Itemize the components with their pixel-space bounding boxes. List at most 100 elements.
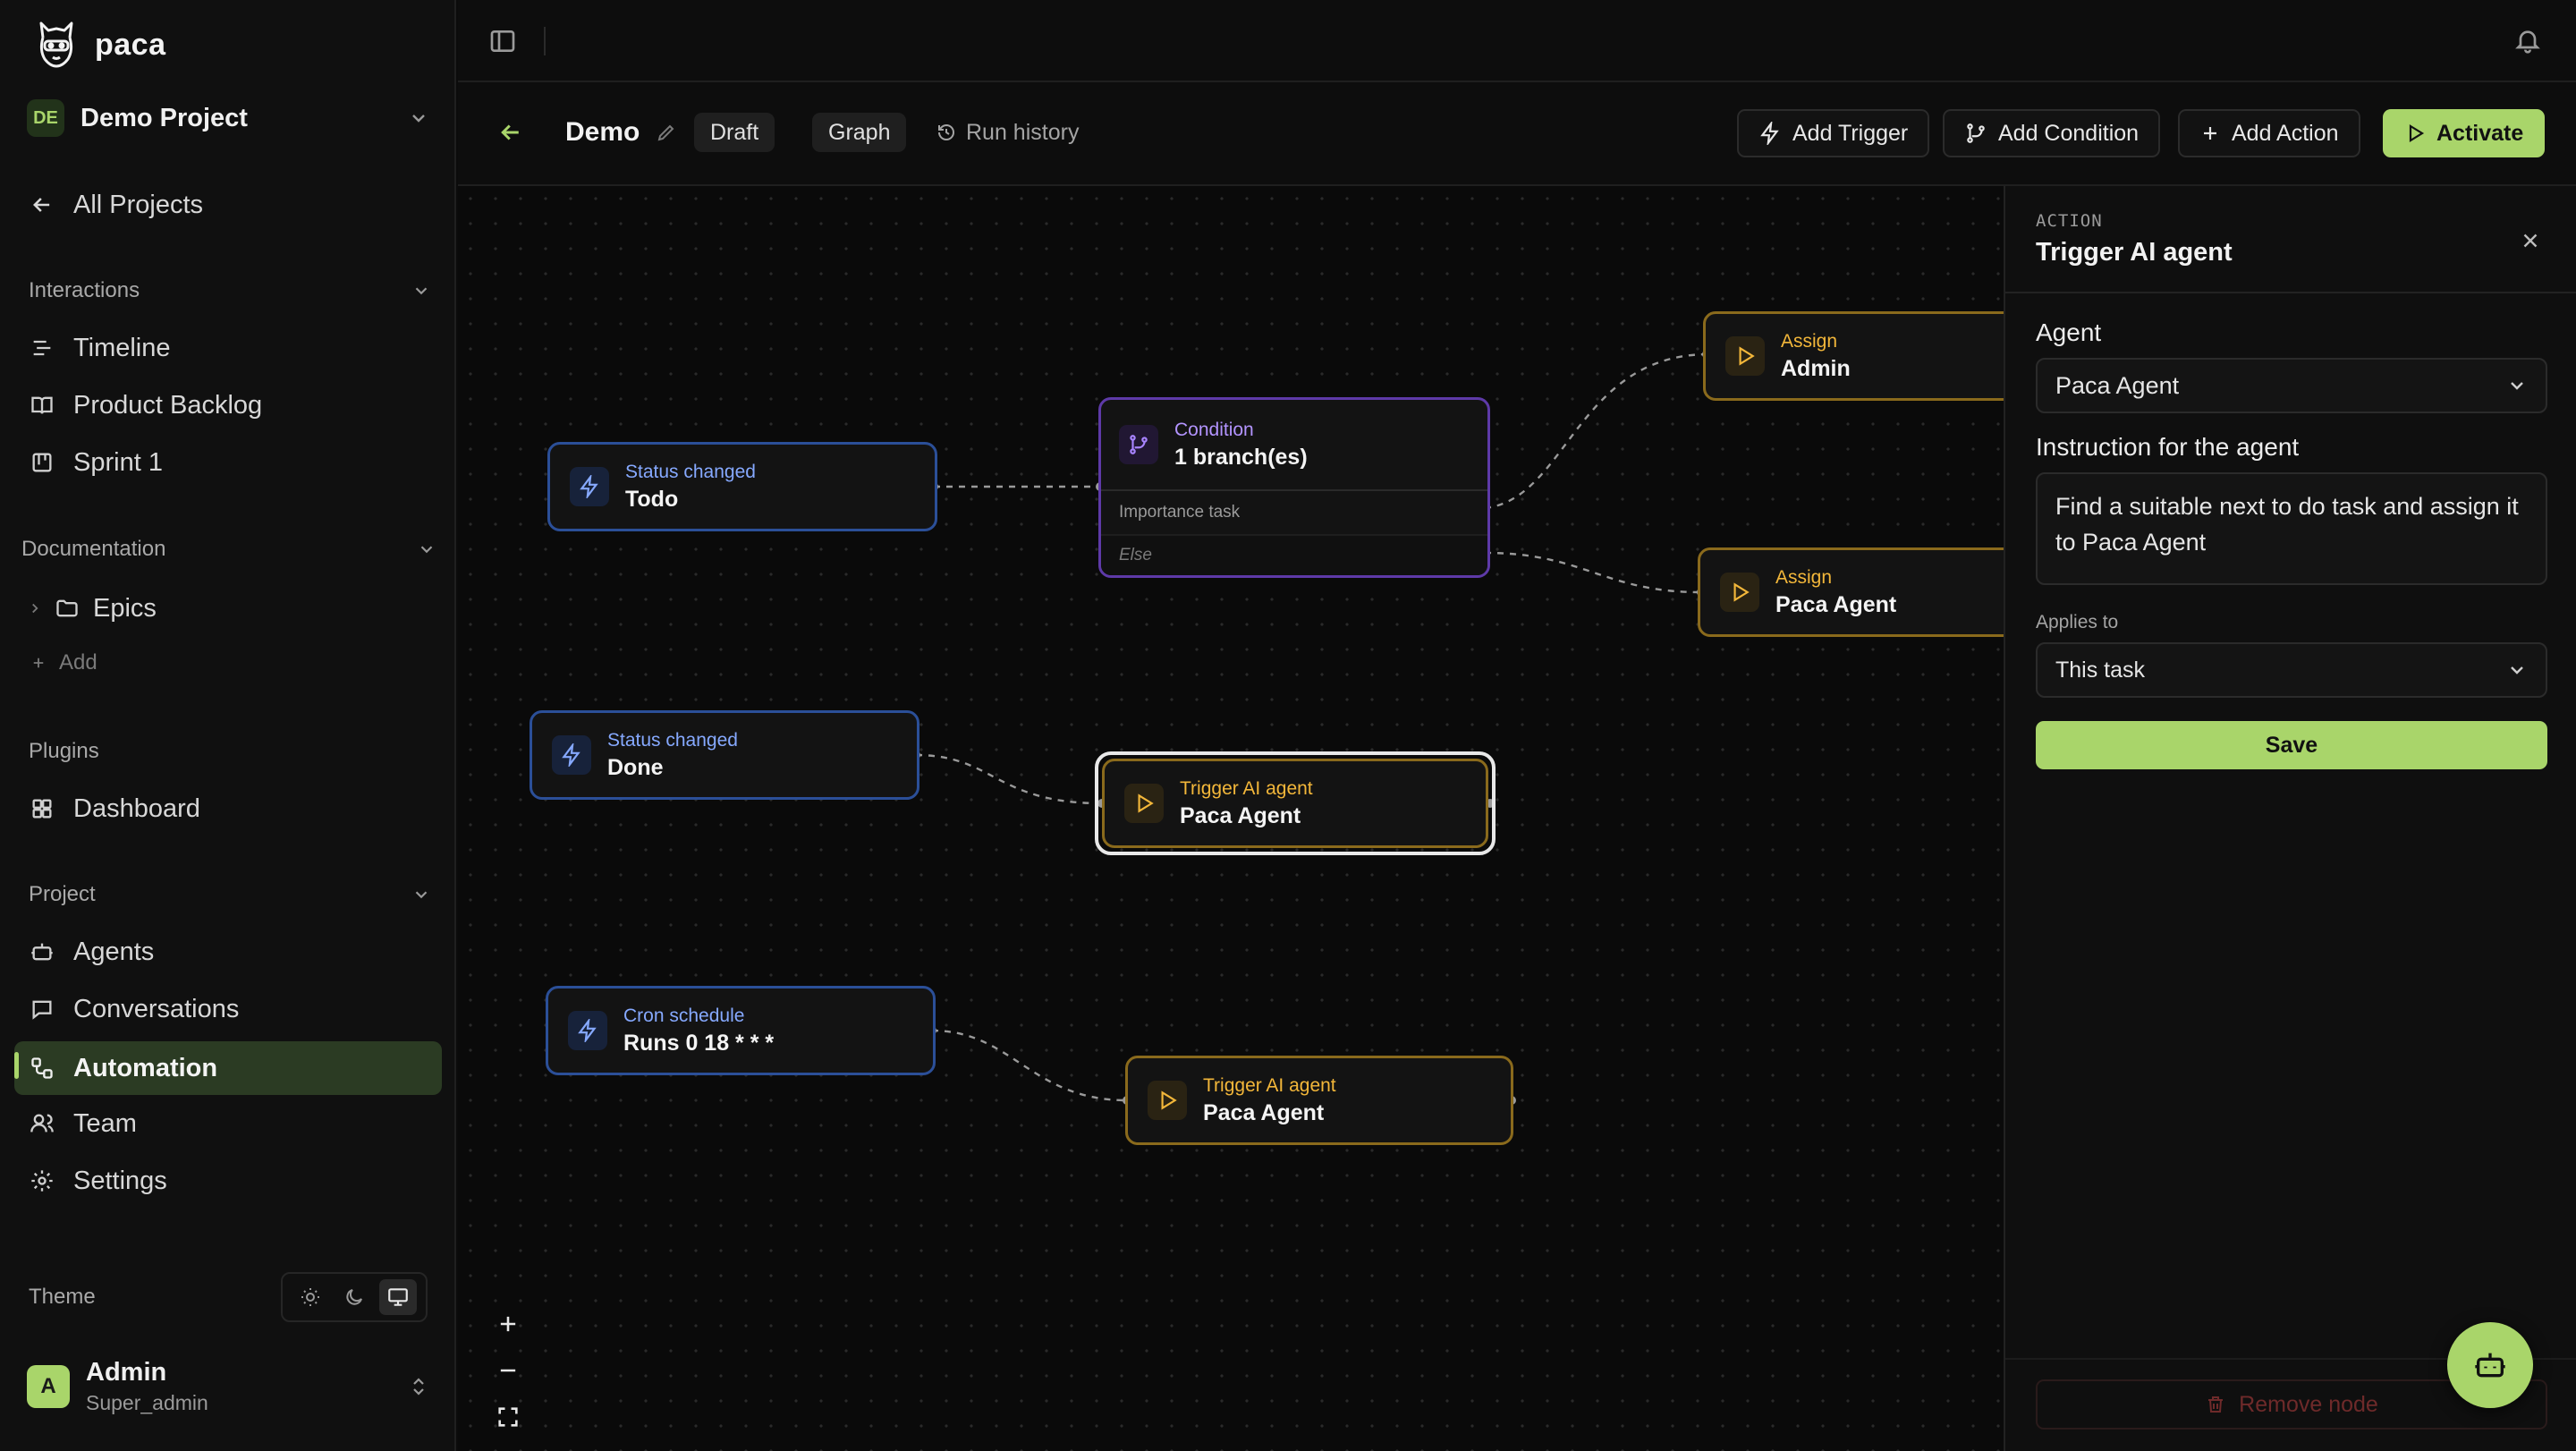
edge-condition-else-to-paca [1484,551,1702,594]
node-label: Trigger AI agent [1180,777,1313,799]
sidebar-item-agents[interactable]: Agents [27,928,438,976]
back-button[interactable] [497,109,524,156]
add-trigger-button[interactable]: Add Trigger [1737,109,1930,157]
llama-logo-icon [34,20,79,70]
project-switcher[interactable]: DE Demo Project [27,97,429,140]
applies-to-select-value: This task [2055,657,2146,683]
status-badge: Draft [694,113,775,152]
node-value: Paca Agent [1203,1099,1325,1125]
node-action-assign-admin[interactable]: Assign Admin [1703,311,2004,401]
play-icon [2404,123,2426,144]
sidebar-item-product-backlog[interactable]: Product Backlog [27,381,438,429]
sidebar-item-label: Settings [73,1166,167,1195]
minus-icon [496,1358,521,1383]
automation-title: Demo [565,117,640,147]
sidebar-item-team[interactable]: Team [27,1099,438,1148]
node-trigger-cron[interactable]: Cron schedule Runs 0 18 * * * [546,986,936,1075]
chat-icon [27,994,57,1024]
panel-title: Trigger AI agent [2036,238,2233,267]
add-document-button[interactable]: Add [30,650,97,675]
user-menu[interactable]: A Admin Super_admin [27,1354,429,1419]
node-action-trigger-ai-selected[interactable]: Trigger AI agent Paca Agent [1102,759,1488,848]
add-action-label: Add Action [2232,120,2339,146]
section-plugins: Plugins [29,734,431,769]
activate-button[interactable]: Activate [2383,109,2546,157]
sidebar-item-conversations[interactable]: Conversations [27,985,438,1033]
sidebar-item-epics[interactable]: Epics [27,584,438,632]
edge-done-to-trigger-ai [915,753,1103,805]
section-interactions-label: Interactions [29,278,140,302]
section-interactions[interactable]: Interactions [29,273,431,309]
robot-icon [2472,1347,2508,1383]
sidebar: paca DE Demo Project All Projects Intera… [0,0,456,1451]
add-condition-button[interactable]: Add Condition [1943,109,2161,157]
condition-else: Else [1101,534,1487,575]
book-icon [27,390,57,420]
sun-icon [300,1286,321,1308]
zoom-out-button[interactable] [490,1353,526,1388]
agent-select-value: Paca Agent [2055,371,2180,399]
theme-light-button[interactable] [292,1279,329,1315]
sidebar-item-sprint-1[interactable]: Sprint 1 [27,438,438,487]
trash-icon [2205,1393,2226,1416]
all-projects-link[interactable]: All Projects [27,181,438,229]
gear-icon [27,1166,57,1196]
tab-run-history[interactable]: Run history [936,109,1079,156]
sidebar-item-dashboard[interactable]: Dashboard [27,785,438,833]
git-branch-icon [1964,122,1987,145]
sidebar-toggle-icon[interactable] [488,27,517,55]
section-documentation[interactable]: Documentation [21,531,436,567]
toolbar-divider [544,27,546,55]
robot-icon [27,937,57,967]
add-action-button[interactable]: Add Action [2178,109,2360,157]
condition-branch: Importance task [1101,489,1487,534]
save-button[interactable]: Save [2036,721,2547,769]
node-condition[interactable]: Condition 1 branch(es) Importance task E… [1098,397,1490,578]
node-trigger-status-done[interactable]: Status changed Done [530,710,919,800]
chevrons-up-down-icon [408,1374,429,1399]
panel-divider [2005,292,2576,293]
node-label: Condition [1174,419,1254,440]
history-icon [936,122,957,143]
tab-graph[interactable]: Graph [812,113,907,152]
zoom-in-button[interactable] [490,1306,526,1342]
theme-system-button[interactable] [379,1279,418,1315]
bell-icon[interactable] [2513,25,2542,55]
chevron-right-icon [27,600,43,616]
app-logo[interactable]: paca [34,20,166,70]
sidebar-item-timeline[interactable]: Timeline [27,324,438,372]
pencil-icon[interactable] [656,122,677,143]
sidebar-item-automation[interactable]: Automation [14,1041,442,1095]
app-name: paca [95,27,166,62]
applies-to-select[interactable]: This task [2036,642,2547,698]
fullscreen-icon [496,1404,521,1430]
close-panel-button[interactable] [2515,225,2546,256]
automation-canvas[interactable]: Status changed Todo Condition 1 branch(e… [458,186,2004,1451]
node-trigger-status-todo[interactable]: Status changed Todo [547,442,937,531]
node-action-trigger-ai-cron[interactable]: Trigger AI agent Paca Agent [1125,1056,1513,1145]
top-bar [458,0,2576,82]
agent-select[interactable]: Paca Agent [2036,358,2547,413]
instruction-label: Instruction for the agent [2036,433,2300,461]
theme-switcher [281,1272,428,1322]
theme-dark-button[interactable] [335,1279,373,1315]
sidebar-item-label: Conversations [73,994,240,1023]
instruction-textarea[interactable]: Find a suitable next to do task and assi… [2036,472,2547,585]
node-value: Paca Agent [1180,802,1301,828]
sidebar-item-label: Dashboard [73,793,200,823]
section-project[interactable]: Project [29,877,431,912]
arrow-left-icon [497,119,524,146]
run-history-label: Run history [966,119,1080,145]
fit-view-button[interactable] [490,1399,526,1435]
sidebar-item-label: Team [73,1108,137,1138]
node-action-assign-paca[interactable]: Assign Paca Agent [1698,547,2004,637]
plus-icon [496,1311,521,1336]
agent-label: Agent [2036,318,2102,346]
user-name: Admin [86,1358,167,1387]
folder-icon [52,593,82,624]
ai-assistant-button[interactable] [2447,1322,2533,1408]
add-trigger-label: Add Trigger [1792,120,1909,146]
chevron-down-icon [411,885,431,904]
bolt-icon [568,1011,607,1050]
sidebar-item-settings[interactable]: Settings [27,1157,438,1205]
